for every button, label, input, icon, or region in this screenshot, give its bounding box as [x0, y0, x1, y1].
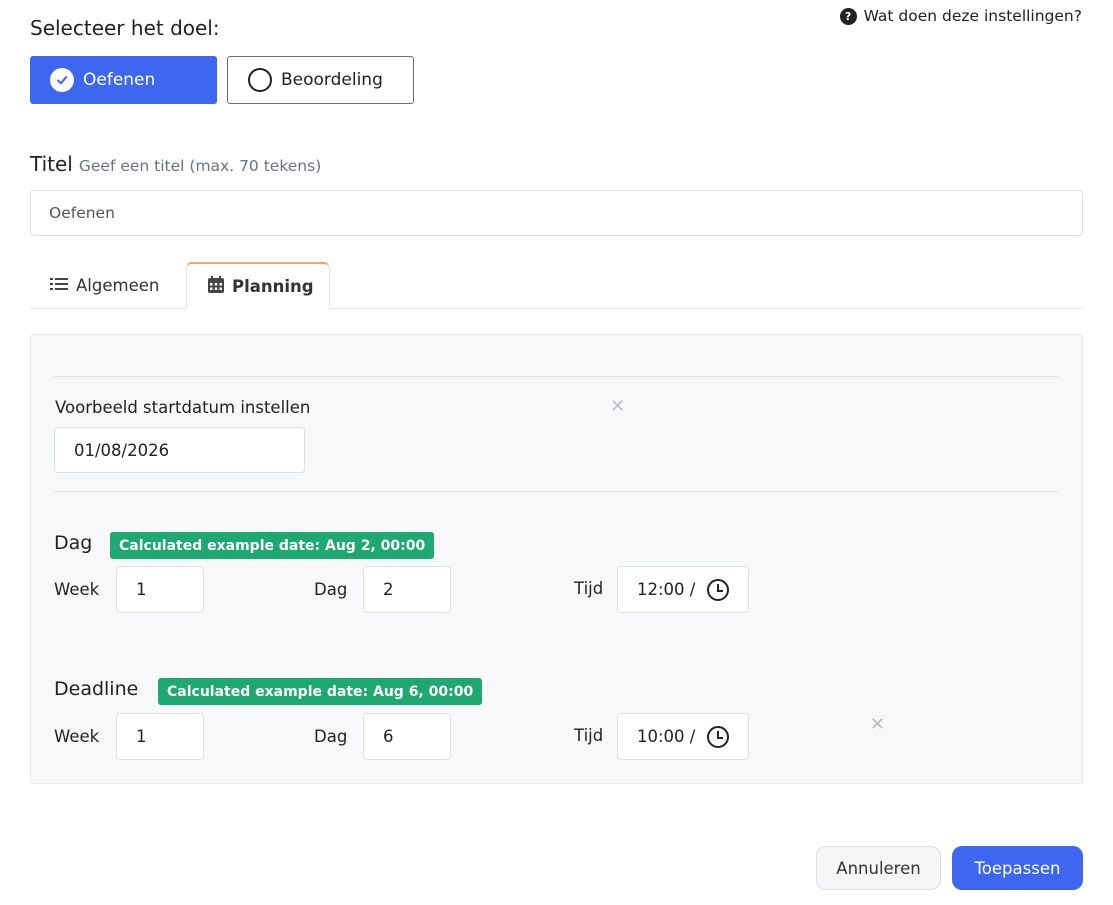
divider [54, 376, 1058, 377]
time-value: 12:00 / [637, 580, 696, 599]
day-day-input[interactable]: 2 [363, 566, 451, 613]
clock-icon[interactable] [707, 725, 729, 748]
divider [54, 491, 1058, 492]
title-label: Titel Geef een titel (max. 70 tekens) [30, 152, 321, 176]
list-icon [50, 276, 68, 295]
day-calculated-badge: Calculated example date: Aug 2, 00:00 [110, 532, 435, 559]
goal-label: Selecteer het doel: [30, 16, 220, 40]
cancel-button[interactable]: Annuleren [816, 846, 941, 890]
deadline-week-input[interactable]: 1 [116, 713, 204, 760]
goal-option-label: Oefenen [83, 70, 156, 90]
deadline-time-input[interactable]: 10:00 / [617, 713, 749, 760]
deadline-time-label: Tijd [574, 726, 604, 745]
help-link[interactable]: ? Wat doen deze instellingen? [839, 7, 1082, 25]
deadline-week-label: Week [54, 727, 100, 746]
calendar-icon [208, 275, 224, 297]
check-circle-icon [50, 68, 74, 92]
tab-planning[interactable]: Planning [186, 262, 330, 309]
deadline-day-label: Dag [314, 727, 348, 746]
time-value: 10:00 / [637, 727, 696, 746]
deadline-calculated-badge: Calculated example date: Aug 6, 00:00 [158, 678, 483, 705]
clock-icon[interactable] [707, 578, 729, 601]
tab-label: Algemeen [76, 276, 160, 295]
help-label: Wat doen deze instellingen? [863, 7, 1082, 25]
deadline-day-input[interactable]: 6 [363, 713, 451, 760]
goal-option-beoordeling[interactable]: Beoordeling [227, 56, 414, 104]
tab-label: Planning [232, 276, 314, 296]
clear-start-date-icon[interactable]: ✕ [610, 396, 625, 417]
start-date-label: Voorbeeld startdatum instellen [55, 398, 311, 417]
title-hint: Geef een titel (max. 70 tekens) [78, 157, 322, 175]
goal-option-oefenen[interactable]: Oefenen [30, 56, 217, 104]
title-input[interactable] [30, 190, 1083, 236]
day-week-label: Week [54, 580, 100, 599]
radio-circle-icon [248, 68, 272, 92]
deadline-section-title: Deadline [54, 678, 139, 700]
goal-option-label: Beoordeling [281, 70, 383, 90]
question-circle-icon: ? [839, 7, 857, 25]
day-week-input[interactable]: 1 [116, 566, 204, 613]
title-label-main: Titel [30, 152, 73, 176]
day-time-label: Tijd [574, 579, 604, 598]
day-section-title: Dag [54, 532, 93, 554]
apply-button[interactable]: Toepassen [952, 846, 1083, 890]
start-date-input[interactable]: 01/08/2026 [54, 427, 305, 473]
day-day-label: Dag [314, 580, 348, 599]
tab-algemeen[interactable]: Algemeen [50, 262, 159, 309]
day-time-input[interactable]: 12:00 / [617, 566, 749, 613]
remove-deadline-icon[interactable]: ✕ [870, 714, 885, 735]
